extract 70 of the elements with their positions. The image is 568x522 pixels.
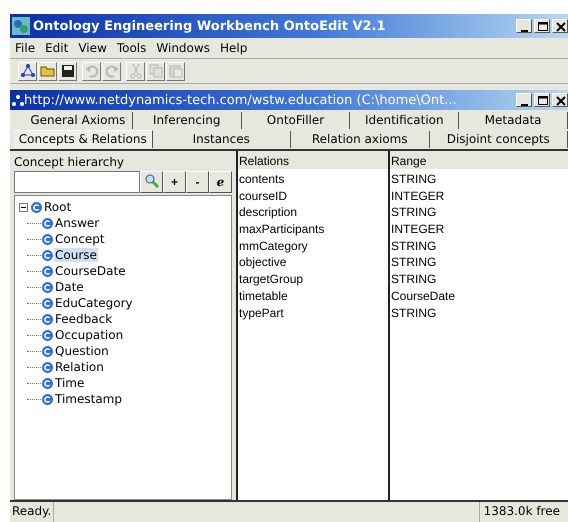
concept-icon: [42, 218, 53, 228]
hierarchy-icon: [12, 94, 24, 106]
tree-item[interactable]: Time: [54, 376, 86, 390]
concept-icon: [42, 298, 53, 308]
tree-item[interactable]: Root: [43, 200, 72, 214]
table-cell-text: objective: [238, 254, 288, 272]
menu-item[interactable]: Windows: [151, 41, 215, 55]
column-header[interactable]: Range: [390, 151, 568, 169]
tree-item[interactable]: Question: [54, 344, 110, 358]
panel-title: Concept hierarchy: [14, 154, 126, 171]
tree-button[interactable]: +: [163, 171, 186, 193]
tree-item[interactable]: Feedback: [54, 312, 114, 326]
hierarchy-icon[interactable]: [20, 63, 36, 79]
tab[interactable]: Instances: [152, 131, 291, 148]
concept-icon: [42, 394, 53, 404]
collapse-icon[interactable]: [19, 202, 28, 212]
menu-item[interactable]: Tools: [112, 41, 152, 55]
tree-item[interactable]: CourseDate: [54, 264, 127, 278]
concept-icon: [42, 250, 53, 260]
memory-status: 1383.0k free: [478, 502, 568, 522]
tree-item[interactable]: Occupation: [54, 328, 124, 342]
concept-icon: [31, 202, 42, 212]
tab[interactable]: Disjoint concepts: [430, 131, 568, 148]
menu-item[interactable]: Help: [214, 41, 252, 55]
tree-item[interactable]: Relation: [54, 360, 105, 374]
table-cell-text: STRING: [390, 271, 438, 288]
table-cell-text: STRING: [390, 171, 438, 188]
menu-item[interactable]: Edit: [40, 41, 74, 55]
app-icon: [12, 17, 30, 35]
tree-item[interactable]: Timestamp: [54, 392, 123, 406]
search-icon[interactable]: [144, 174, 158, 188]
concept-icon: [42, 282, 53, 292]
concept-icon: [42, 346, 53, 356]
column-header[interactable]: Relations: [238, 151, 388, 169]
window-title: Ontology Engineering Workbench OntoEdit V2.1: [33, 18, 387, 34]
menu-item[interactable]: View: [73, 41, 112, 55]
concept-icon: [42, 330, 53, 340]
tab[interactable]: OntoFiller: [242, 112, 350, 129]
table-cell-text: mmCategory: [238, 238, 309, 254]
table-cell-text: targetGroup: [238, 271, 304, 288]
tree-item[interactable]: Date: [54, 280, 85, 294]
tree-item[interactable]: Answer: [54, 216, 100, 230]
table-cell-text: contents: [238, 171, 286, 188]
table-cell-text: STRING: [390, 254, 438, 272]
table-cell-text: STRING: [390, 204, 438, 222]
table-cell-text: courseID: [238, 188, 288, 204]
tree-item[interactable]: EduCategory: [54, 296, 134, 310]
tree-button[interactable]: -: [186, 171, 209, 193]
table-cell-text: description: [238, 204, 298, 222]
concept-icon: [42, 266, 53, 276]
table-cell-text: INTEGER: [390, 221, 446, 238]
concept-icon: [42, 234, 53, 244]
table-cell-text: typePart: [238, 304, 285, 322]
menu-item[interactable]: File: [10, 41, 40, 55]
table-cell-text: maxParticipants: [238, 221, 326, 238]
concept-icon: [42, 314, 53, 324]
tab[interactable]: Concepts & Relations: [14, 130, 152, 148]
tree-item[interactable]: Concept: [54, 232, 106, 246]
document-title: http://www.netdynamics-tech.com/wstw.education (C:\home\Ont...: [24, 92, 458, 108]
search-field[interactable]: [14, 171, 140, 193]
table-cell-text: STRING: [390, 238, 438, 254]
table-cell-text: STRING: [390, 304, 438, 322]
concept-icon: [42, 378, 53, 388]
tree-button[interactable]: e: [209, 171, 232, 193]
concept-icon: [42, 362, 53, 372]
status-message: Ready.: [10, 502, 54, 522]
table-cell-text: CourseDate: [390, 288, 456, 304]
table-cell-text: INTEGER: [390, 188, 446, 204]
table-cell-text: timetable: [238, 288, 289, 304]
tree-item[interactable]: Course: [54, 248, 98, 262]
